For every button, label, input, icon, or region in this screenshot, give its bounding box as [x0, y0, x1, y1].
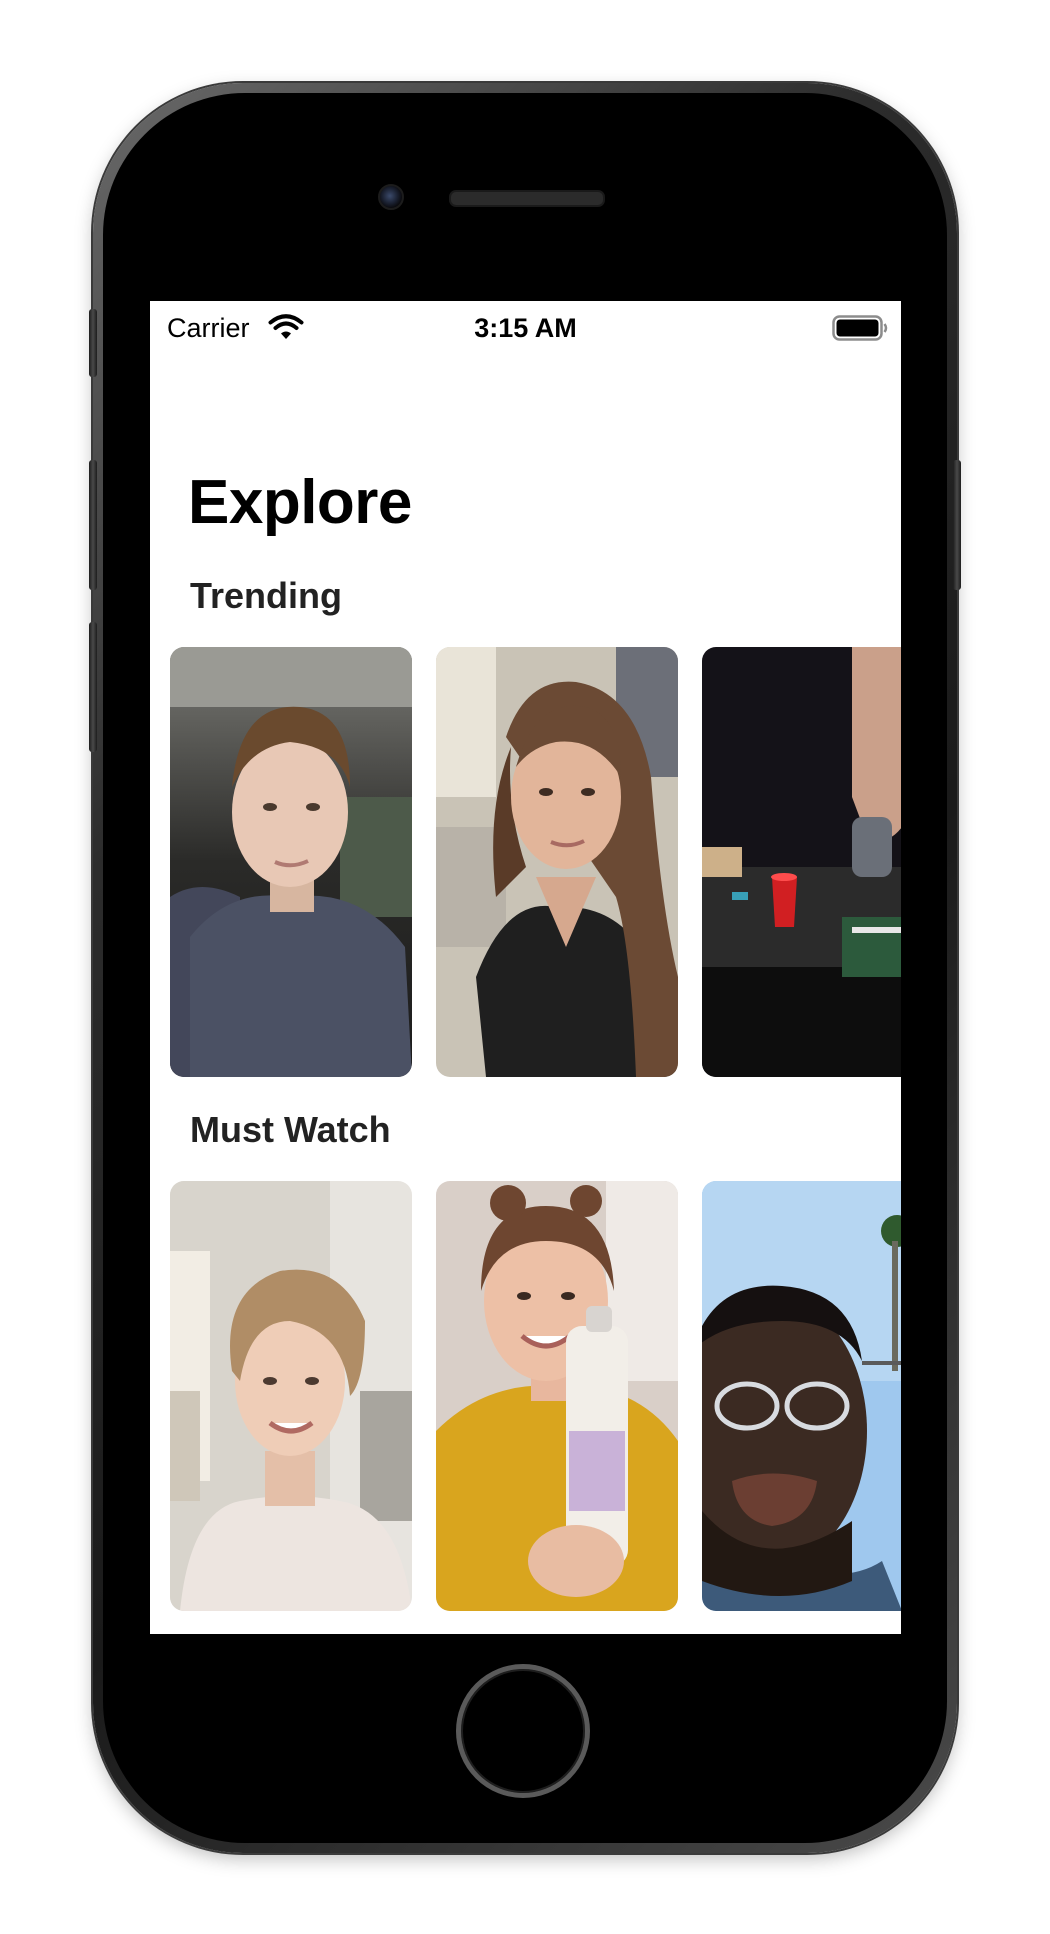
battery-icon: [832, 315, 888, 341]
video-card[interactable]: [436, 647, 678, 1077]
trending-video-row[interactable]: [170, 647, 901, 1077]
status-time: 3:15 AM: [474, 313, 577, 343]
video-card[interactable]: [702, 1181, 901, 1611]
power-button: [953, 460, 961, 590]
volume-down-button: [89, 622, 97, 752]
video-thumbnail: [170, 647, 412, 1077]
home-button[interactable]: [456, 1664, 590, 1798]
video-thumbnail: [702, 647, 901, 1077]
video-card[interactable]: [170, 1181, 412, 1611]
video-thumbnail: [436, 647, 678, 1077]
device-mockup: Carrier 3:15 AM Explore Trending Must Wa…: [0, 0, 1050, 1934]
section-title-trending: Trending: [190, 575, 342, 616]
must-watch-video-row[interactable]: [170, 1181, 901, 1611]
video-card[interactable]: [702, 647, 901, 1077]
section-title-must-watch: Must Watch: [190, 1109, 391, 1150]
video-card[interactable]: [436, 1181, 678, 1611]
video-card[interactable]: [170, 647, 412, 1077]
front-camera: [378, 184, 404, 210]
screen: Carrier 3:15 AM Explore Trending Must Wa…: [150, 301, 901, 1634]
status-bar: Carrier 3:15 AM: [150, 301, 901, 353]
video-thumbnail: [170, 1181, 412, 1611]
video-thumbnail: [702, 1181, 901, 1611]
volume-up-button: [89, 460, 97, 590]
video-thumbnail: [436, 1181, 678, 1611]
mute-switch: [89, 309, 97, 377]
page-title: Explore: [188, 468, 412, 537]
earpiece-speaker: [449, 190, 605, 207]
